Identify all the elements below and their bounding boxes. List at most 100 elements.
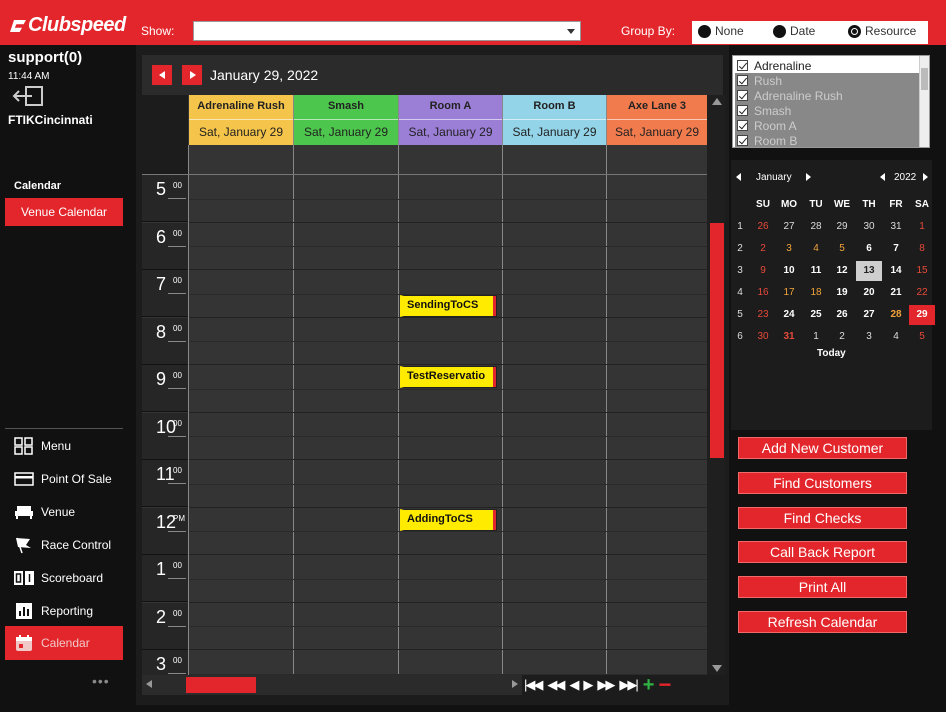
mini-calendar-day[interactable]: 15 [909,261,935,281]
hscroll-thumb[interactable] [186,677,256,693]
mini-calendar-day[interactable]: 26 [750,217,776,237]
mini-calendar-day[interactable]: 4 [803,239,829,259]
calendar-event[interactable]: AddingToCS [400,508,497,531]
mini-calendar-day[interactable]: 18 [803,283,829,303]
prev-button[interactable]: ◀ [569,677,579,693]
remove-icon[interactable]: − [658,674,671,696]
mini-calendar-day[interactable]: 7 [883,239,909,259]
checkbox-checked-icon[interactable] [737,75,748,86]
scroll-left-icon[interactable] [146,680,152,688]
resource-header[interactable]: Smash Sat, January 29 [294,95,398,175]
mini-calendar-day[interactable]: 20 [856,283,882,303]
mini-calendar-day[interactable]: 28 [803,217,829,237]
venue-calendar-button[interactable]: Venue Calendar [5,198,123,226]
mini-calendar-day[interactable]: 9 [750,261,776,281]
mini-calendar-day[interactable]: 31 [883,217,909,237]
mini-calendar-day[interactable]: 8 [909,239,935,259]
nav-item-reporting[interactable]: Reporting [5,596,123,626]
resource-header[interactable]: Room B Sat, January 29 [503,95,606,175]
nav-item-point-of-sale[interactable]: Point Of Sale [5,464,123,494]
scroll-right-icon[interactable] [512,680,518,688]
resource-filter-item[interactable]: Rush [735,73,919,88]
mini-calendar-day[interactable]: 17 [776,283,802,303]
mini-calendar-day[interactable]: 16 [750,283,776,303]
nav-item-menu[interactable]: Menu [5,431,123,461]
mini-calendar-day[interactable]: 31 [776,327,802,347]
prev-year-icon[interactable] [880,173,885,181]
resource-header[interactable]: Axe Lane 3 Sat, January 29 [607,95,707,175]
mini-calendar-day[interactable]: 25 [803,305,829,325]
mini-calendar-day[interactable]: 10 [776,261,802,281]
calendar-event[interactable]: SendingToCS [400,294,497,317]
checkbox-checked-icon[interactable] [737,135,748,146]
mini-calendar-day[interactable]: 6 [856,239,882,259]
next-page-button[interactable]: ▶▶ [597,677,615,693]
mini-calendar-day[interactable]: 30 [856,217,882,237]
resource-header[interactable]: Room A Sat, January 29 [399,95,502,175]
resource-filter-item[interactable]: Adrenaline Rush [735,88,919,103]
next-month-icon[interactable] [806,173,811,181]
nav-item-calendar[interactable]: Calendar [5,626,123,660]
radio-resource[interactable]: Resource [848,24,916,38]
more-options-icon[interactable]: ••• [92,673,110,689]
next-year-icon[interactable] [923,173,928,181]
mini-calendar-day[interactable]: 3 [776,239,802,259]
action-button-find-checks[interactable]: Find Checks [738,506,907,529]
checkbox-checked-icon[interactable] [737,90,748,101]
action-button-call-back-report[interactable]: Call Back Report [738,541,907,564]
prev-month-icon[interactable] [736,173,741,181]
nav-item-race-control[interactable]: Race Control [5,530,123,560]
mini-calendar-day[interactable]: 27 [776,217,802,237]
checkbox-checked-icon[interactable] [737,120,748,131]
mini-calendar-day[interactable]: 27 [856,305,882,325]
schedule-grid[interactable]: Adrenaline Rush Sat, January 29 Smash Sat, … [142,95,707,675]
calendar-event[interactable]: TestReservatio [400,366,497,388]
last-page-button[interactable]: ▶▶| [619,677,638,693]
prev-page-button[interactable]: ◀◀ [547,677,565,693]
mini-calendar-day[interactable]: 12 [829,261,855,281]
mini-calendar-day[interactable]: 4 [883,327,909,347]
mini-calendar-day[interactable]: 28 [883,305,909,325]
radio-date[interactable]: Date [773,24,815,38]
resource-filter-item[interactable]: Smash [735,103,919,118]
first-page-button[interactable]: |◀◀ [524,677,543,693]
resource-filter-item[interactable]: Room A [735,118,919,133]
mini-calendar-day[interactable]: 1 [803,327,829,347]
add-icon[interactable]: + [643,675,655,695]
mini-calendar-day[interactable]: 22 [909,283,935,303]
mini-calendar-day[interactable]: 5 [829,239,855,259]
resource-filter-list[interactable]: Adrenaline Rush Adrenaline Rush Smash Room A… [732,55,930,148]
mini-calendar-day[interactable]: 30 [750,327,776,347]
today-link[interactable]: Today [817,348,846,359]
mini-calendar-day[interactable]: 24 [776,305,802,325]
mini-calendar-day[interactable]: 2 [750,239,776,259]
mini-calendar-day[interactable]: 23 [750,305,776,325]
mini-calendar-day[interactable]: 11 [803,261,829,281]
next-button[interactable]: ▶ [583,677,593,693]
mini-calendar-day[interactable]: 26 [829,305,855,325]
horizontal-scrollbar[interactable] [142,675,522,695]
vertical-scrollbar[interactable] [707,95,725,675]
resource-header[interactable]: Adrenaline Rush Sat, January 29 [189,95,293,175]
logout-icon[interactable] [12,85,46,107]
resource-list-scrollbar[interactable] [919,56,929,147]
nav-item-scoreboard[interactable]: Scoreboard [5,563,123,593]
action-button-refresh-calendar[interactable]: Refresh Calendar [738,611,907,633]
mini-calendar-day[interactable]: 29 [909,305,935,325]
mini-calendar-day[interactable]: 1 [909,217,935,237]
mini-calendar-day[interactable]: 14 [883,261,909,281]
mini-calendar-day[interactable]: 2 [829,327,855,347]
scroll-thumb[interactable] [710,223,724,458]
mini-calendar-day[interactable]: 13 [856,261,882,281]
show-select[interactable] [193,21,581,41]
mini-calendar-day[interactable]: 19 [829,283,855,303]
action-button-add-new-customer[interactable]: Add New Customer [738,437,907,459]
resource-list-scroll-thumb[interactable] [921,68,928,90]
resource-filter-item[interactable]: Adrenaline [735,58,919,73]
radio-none[interactable]: None [698,24,744,38]
checkbox-checked-icon[interactable] [737,105,748,116]
mini-calendar-day[interactable]: 21 [883,283,909,303]
next-day-button[interactable] [182,65,202,85]
scroll-down-icon[interactable] [712,665,722,672]
scroll-up-icon[interactable] [712,98,722,105]
